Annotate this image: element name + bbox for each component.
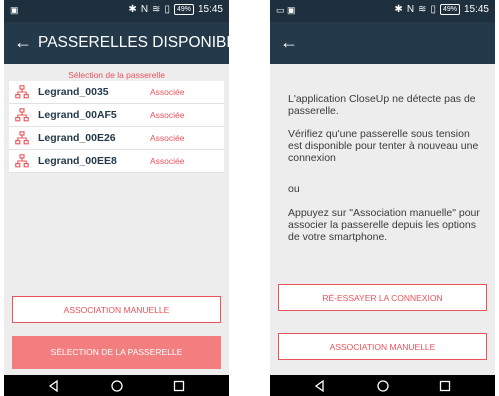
gateway-name: Legrand_00AF5 — [38, 109, 117, 121]
back-arrow-icon[interactable]: ← — [14, 31, 32, 53]
back-triangle-icon[interactable] — [47, 379, 61, 393]
gateway-row[interactable]: Legrand_00EE8 Associée — [9, 150, 224, 173]
gateway-status: Associée — [150, 133, 185, 143]
notification-icon: ▭ ▣ — [276, 5, 296, 15]
home-icon[interactable] — [376, 379, 390, 393]
gateway-name: Legrand_00E26 — [38, 132, 116, 144]
nfc-icon: N — [406, 4, 415, 15]
no-gateway-screen: ▭ ▣ ✱ N ≋ ▯ 49% 15:45 ← L'application Cl… — [270, 0, 495, 396]
nav-bar — [4, 375, 229, 396]
wifi-icon: ≋ — [418, 4, 427, 15]
app-bar: ← — [270, 22, 495, 64]
status-bar: ▭ ▣ ✱ N ≋ ▯ 49% 15:45 — [270, 0, 495, 22]
battery-badge: 49% — [439, 4, 460, 15]
gateway-list-screen: ▣ ✱ N ≋ ▯ 49% 15:45 ← PASSERELLES DISPON… — [4, 0, 229, 396]
message-check-gateway: Vérifiez qu'une passerelle sous tension … — [288, 128, 479, 164]
network-icon — [15, 108, 29, 122]
manual-association-button[interactable]: ASSOCIATION MANUELLE — [12, 296, 221, 323]
home-icon[interactable] — [110, 379, 124, 393]
gateway-name: Legrand_0035 — [38, 86, 109, 98]
recents-icon[interactable] — [172, 379, 186, 393]
clock: 15:45 — [463, 4, 489, 15]
select-gateway-button[interactable]: SÉLECTION DE LA PASSERELLE — [12, 336, 221, 369]
gateway-status: Associée — [150, 87, 185, 97]
battery-badge: 49% — [173, 4, 194, 15]
retry-connection-button[interactable]: RÉ-ESSAYER LA CONNEXION — [278, 284, 487, 311]
app-bar: ← PASSERELLES DISPONIBLES — [4, 22, 229, 64]
back-triangle-icon[interactable] — [313, 379, 327, 393]
gateway-name: Legrand_00EE8 — [38, 155, 117, 167]
manual-association-button[interactable]: ASSOCIATION MANUELLE — [278, 333, 487, 360]
network-icon — [15, 154, 29, 168]
nav-bar — [270, 375, 495, 396]
message-not-detected: L'application CloseUp ne détecte pas de … — [288, 93, 476, 117]
back-arrow-icon[interactable]: ← — [280, 31, 298, 53]
nfc-icon: N — [140, 4, 149, 15]
notification-icon: ▣ — [10, 5, 19, 15]
gateway-status: Associée — [150, 110, 185, 120]
gateway-row[interactable]: Legrand_00E26 Associée — [9, 127, 224, 150]
bluetooth-icon: ✱ — [128, 4, 137, 15]
gateway-status: Associée — [150, 156, 185, 166]
clock: 15:45 — [197, 4, 223, 15]
gateway-row[interactable]: Legrand_0035 Associée — [9, 81, 224, 104]
gateway-row[interactable]: Legrand_00AF5 Associée — [9, 104, 224, 127]
status-bar: ▣ ✱ N ≋ ▯ 49% 15:45 — [4, 0, 229, 22]
network-icon — [15, 131, 29, 145]
sim-icon: ▯ — [430, 4, 436, 15]
network-icon — [15, 85, 29, 99]
bluetooth-icon: ✱ — [394, 4, 403, 15]
recents-icon[interactable] — [438, 379, 452, 393]
wifi-icon: ≋ — [152, 4, 161, 15]
sim-icon: ▯ — [164, 4, 170, 15]
message-manual-hint: Appuyez sur "Association manuelle" pour … — [288, 207, 480, 243]
message-or: ou — [288, 183, 300, 195]
page-title: PASSERELLES DISPONIBLES — [38, 34, 229, 51]
section-label: Sélection de la passerelle — [68, 70, 165, 80]
